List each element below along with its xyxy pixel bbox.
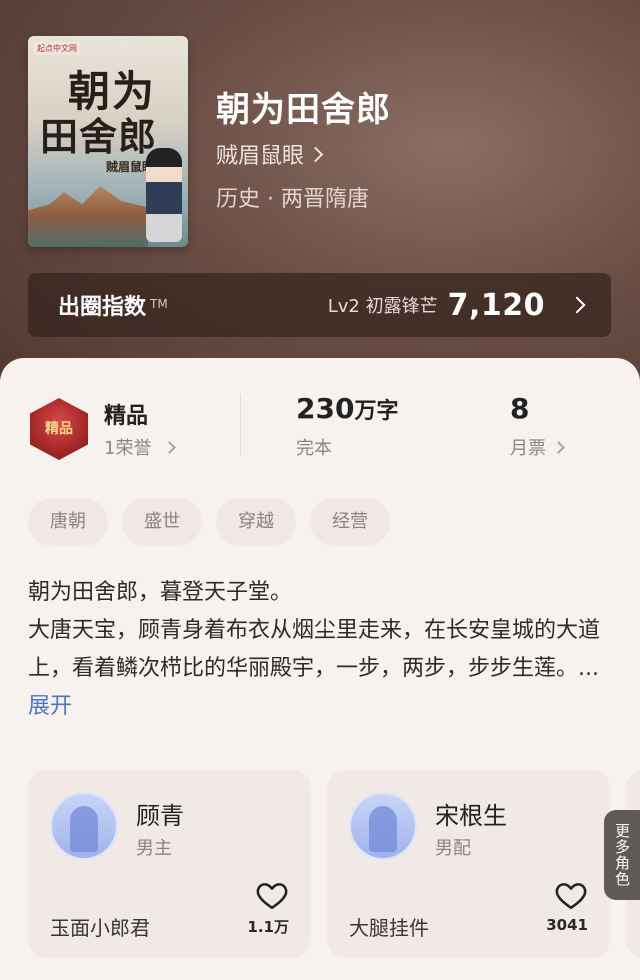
synopsis-ellipsis: ... [578,656,599,681]
index-level: Lv2 初露锋芒 [327,296,438,317]
role-name: 宋根生 [435,802,507,830]
chevron-right-icon [307,146,324,162]
heart-icon[interactable] [554,878,588,912]
monthly-votes: 8 [510,392,529,425]
chevron-right-icon [552,440,565,454]
author-link[interactable]: 贼眉鼠眼 [216,138,324,170]
quality-label: 精品 [104,404,149,429]
cover-character-art [146,148,182,242]
cover-palace-art [28,186,148,247]
monthly-votes-number: 8 [510,392,530,425]
trademark-mark: TM [150,297,168,311]
book-detail-sheet: 精品 精品 1荣誉 230万字 完本 8 月票 唐朝 盛世 穿越 经营 朝为田舍… [0,358,640,980]
cover-publisher-logo: 起点中文网 [34,42,80,55]
chevron-right-icon [568,296,586,314]
badge-icon-text: 精品 [45,421,73,437]
like-count: 1.1万 [247,918,289,936]
tag-chip[interactable]: 穿越 [216,498,296,546]
completion-status: 完本 [296,438,332,459]
word-count: 230万字 [296,392,398,425]
role-type: 男配 [435,838,471,859]
book-synopsis: 朝为田舍郎，暮登天子堂。 大唐天宝，顾青身着布衣从烟尘里走来，在长安皇城的大道上… [28,574,608,726]
author-name: 贼眉鼠眼 [216,144,305,169]
synopsis-body: 大唐天宝，顾青身着布衣从烟尘里走来，在长安皇城的大道上，看着鳞次栉比的华丽殿宇，… [28,612,608,726]
index-label: 出圈指数 TM [58,289,168,321]
book-title: 朝为田舍郎 [216,90,391,130]
tag-chip[interactable]: 盛世 [122,498,202,546]
tag-list: 唐朝 盛世 穿越 经营 [28,498,390,546]
word-count-number: 230 [296,392,355,425]
monthly-votes-link[interactable]: 月票 [510,434,565,460]
index-label-text: 出圈指数 [58,295,147,320]
stats-divider [240,394,241,456]
votes-label: 月票 [510,438,546,459]
avatar [349,792,417,860]
expand-link[interactable]: 展开 [28,694,72,719]
more-roles-button[interactable]: 更多角色 [604,810,640,900]
honor-link[interactable]: 1荣誉 [104,434,177,460]
tag-chip[interactable]: 经营 [310,498,390,546]
cover-title-line2: 田舍郎 [40,114,158,159]
tag-chip[interactable]: 唐朝 [28,498,108,546]
book-header: 起点中文网 朝为 田舍郎 贼眉鼠眼 朝为田舍郎 贼眉鼠眼 历史 · 两晋隋唐 出… [0,0,640,420]
role-name: 顾青 [136,802,184,830]
index-value-group: Lv2 初露锋芒 7,120 [327,287,586,323]
role-title: 玉面小郎君 [50,916,150,940]
role-title: 大腿挂件 [349,916,429,940]
like-count: 3041 [546,916,588,934]
word-count-unit: 万字 [354,399,399,424]
heart-icon[interactable] [255,878,289,912]
role-card[interactable]: 宋根生 男配 大腿挂件 3041 [327,770,610,958]
book-genre: 历史 · 两晋隋唐 [216,187,369,212]
synopsis-line1: 朝为田舍郎，暮登天子堂。 [28,580,293,605]
avatar [50,792,118,860]
honor-count: 1荣誉 [104,438,152,459]
quality-badge-icon: 精品 [30,398,88,460]
index-score: 7,120 [447,287,545,323]
chevron-right-icon [163,440,177,454]
stats-row: 精品 精品 1荣誉 230万字 完本 8 月票 [0,384,640,468]
role-card[interactable]: 顾青 男主 玉面小郎君 1.1万 [28,770,311,958]
synopsis-text: 大唐天宝，顾青身着布衣从烟尘里走来，在长安皇城的大道上，看着鳞次栉比的华丽殿宇，… [28,618,601,681]
book-cover[interactable]: 起点中文网 朝为 田舍郎 贼眉鼠眼 [28,36,188,247]
popularity-index-bar[interactable]: 出圈指数 TM Lv2 初露锋芒 7,120 [28,273,611,337]
role-type: 男主 [136,838,172,859]
